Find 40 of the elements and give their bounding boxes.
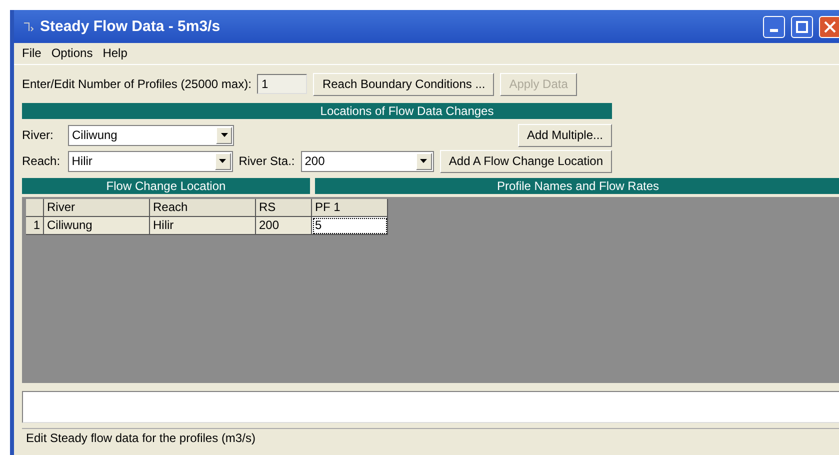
column-header: PF 1 [312, 199, 388, 217]
table-cell[interactable]: Ciliwung [44, 217, 150, 235]
window-title: Steady Flow Data - 5m3/s [40, 18, 222, 35]
river-dropdown[interactable]: Ciliwung [68, 124, 234, 146]
close-icon [824, 20, 836, 32]
add-multiple-button[interactable]: Add Multiple... [518, 124, 612, 146]
maximize-icon [796, 20, 808, 32]
dropdown-arrow-icon [420, 159, 428, 163]
section-header: Locations of Flow Data Changes [22, 103, 612, 119]
river-label: River: [22, 128, 54, 142]
app-icon [22, 20, 34, 32]
table-group-header: Flow Change Location [22, 178, 310, 194]
description-field[interactable] [22, 391, 839, 423]
profiles-input[interactable]: 1 [257, 74, 308, 94]
table-group-header: Profile Names and Flow Rates [315, 178, 839, 194]
column-header: River [44, 199, 150, 217]
close-button[interactable] [819, 16, 839, 38]
dropdown-arrow-icon [219, 159, 226, 163]
menu-item[interactable]: Options [51, 46, 93, 61]
reach-label: Reach: [22, 154, 62, 168]
row-number: 1 [26, 217, 44, 235]
menu-item[interactable]: Help [102, 46, 128, 61]
toolbar-button[interactable]: Reach Boundary Conditions ... [313, 72, 494, 96]
river-station-dropdown[interactable]: 200 [300, 150, 434, 172]
status-bar: Edit Steady flow data for the profiles (m3/s) [22, 428, 839, 448]
reach-dropdown[interactable]: Hilir [68, 150, 233, 172]
maximize-button[interactable] [791, 16, 813, 38]
menu-item[interactable]: File [22, 46, 42, 61]
profiles-label: Enter/Edit Number of Profiles (25000 max): [22, 77, 252, 91]
table-cell[interactable]: Hilir [150, 217, 256, 235]
dropdown-arrow-icon [220, 133, 228, 137]
corner-cell [26, 199, 44, 217]
minimize-icon [770, 29, 778, 32]
column-header: Reach [150, 199, 256, 217]
river-station-label: River Sta.: [238, 154, 295, 168]
minimize-button[interactable] [763, 16, 785, 38]
add-location-button[interactable]: Add A Flow Change Location [440, 150, 612, 172]
column-header: RS [256, 199, 312, 217]
table-cell[interactable]: 5 [312, 217, 388, 235]
table-cell[interactable]: 200 [256, 217, 312, 235]
